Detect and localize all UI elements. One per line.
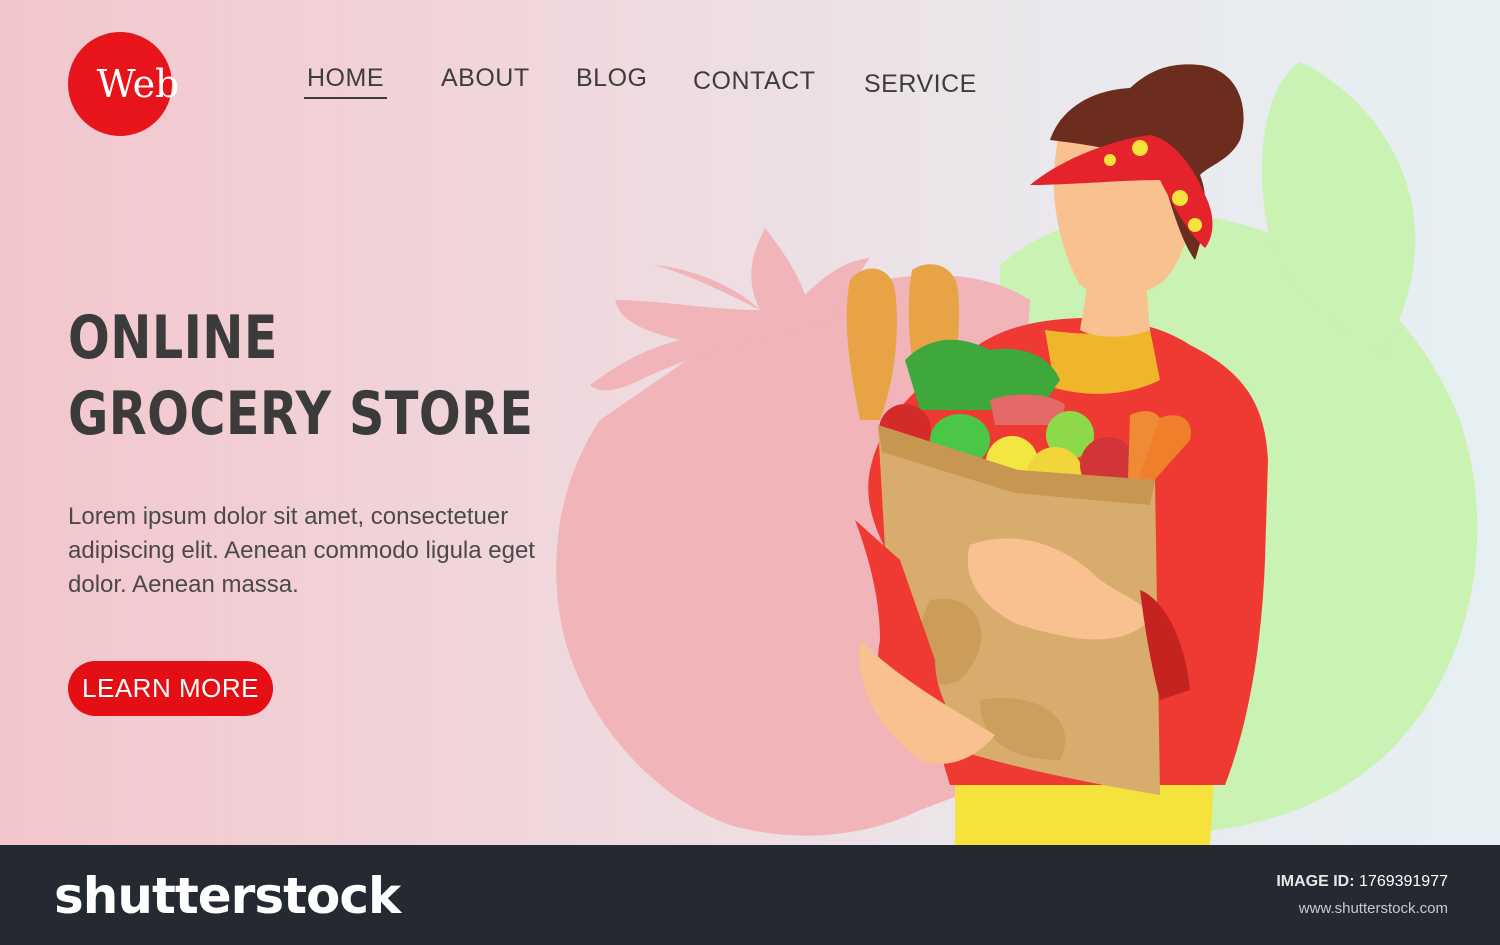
nav-blog[interactable]: BLOG xyxy=(576,64,647,93)
nav-about[interactable]: ABOUT xyxy=(441,64,530,93)
logo-text: Web xyxy=(96,62,180,106)
footer-bar: shutterstock IMAGE ID: 1769391977 www.sh… xyxy=(0,845,1500,945)
nav-contact[interactable]: CONTACT xyxy=(693,67,815,96)
hero-section: Web HOME ABOUT BLOG CONTACT SERVICE ONLI… xyxy=(0,0,1500,845)
shutterstock-logo: shutterstock xyxy=(54,867,401,925)
web-logo[interactable]: Web xyxy=(68,32,179,136)
image-id-value: 1769391977 xyxy=(1359,873,1448,890)
image-id-label: IMAGE ID: xyxy=(1276,873,1355,890)
page-title-line2: GROCERY STORE xyxy=(68,379,534,449)
learn-more-button[interactable]: LEARN MORE xyxy=(68,661,273,716)
page-title-line1: ONLINE xyxy=(68,303,278,373)
nav-service[interactable]: SERVICE xyxy=(864,70,977,99)
nav-home[interactable]: HOME xyxy=(304,64,387,99)
site-url: www.shutterstock.com xyxy=(1298,900,1448,917)
hero-description: Lorem ipsum dolor sit amet, consectetuer… xyxy=(68,503,535,598)
image-id: IMAGE ID: 1769391977 xyxy=(1276,873,1448,891)
page-title: ONLINE GROCERY STORE xyxy=(68,300,533,452)
woman-shirt xyxy=(1045,330,1160,394)
